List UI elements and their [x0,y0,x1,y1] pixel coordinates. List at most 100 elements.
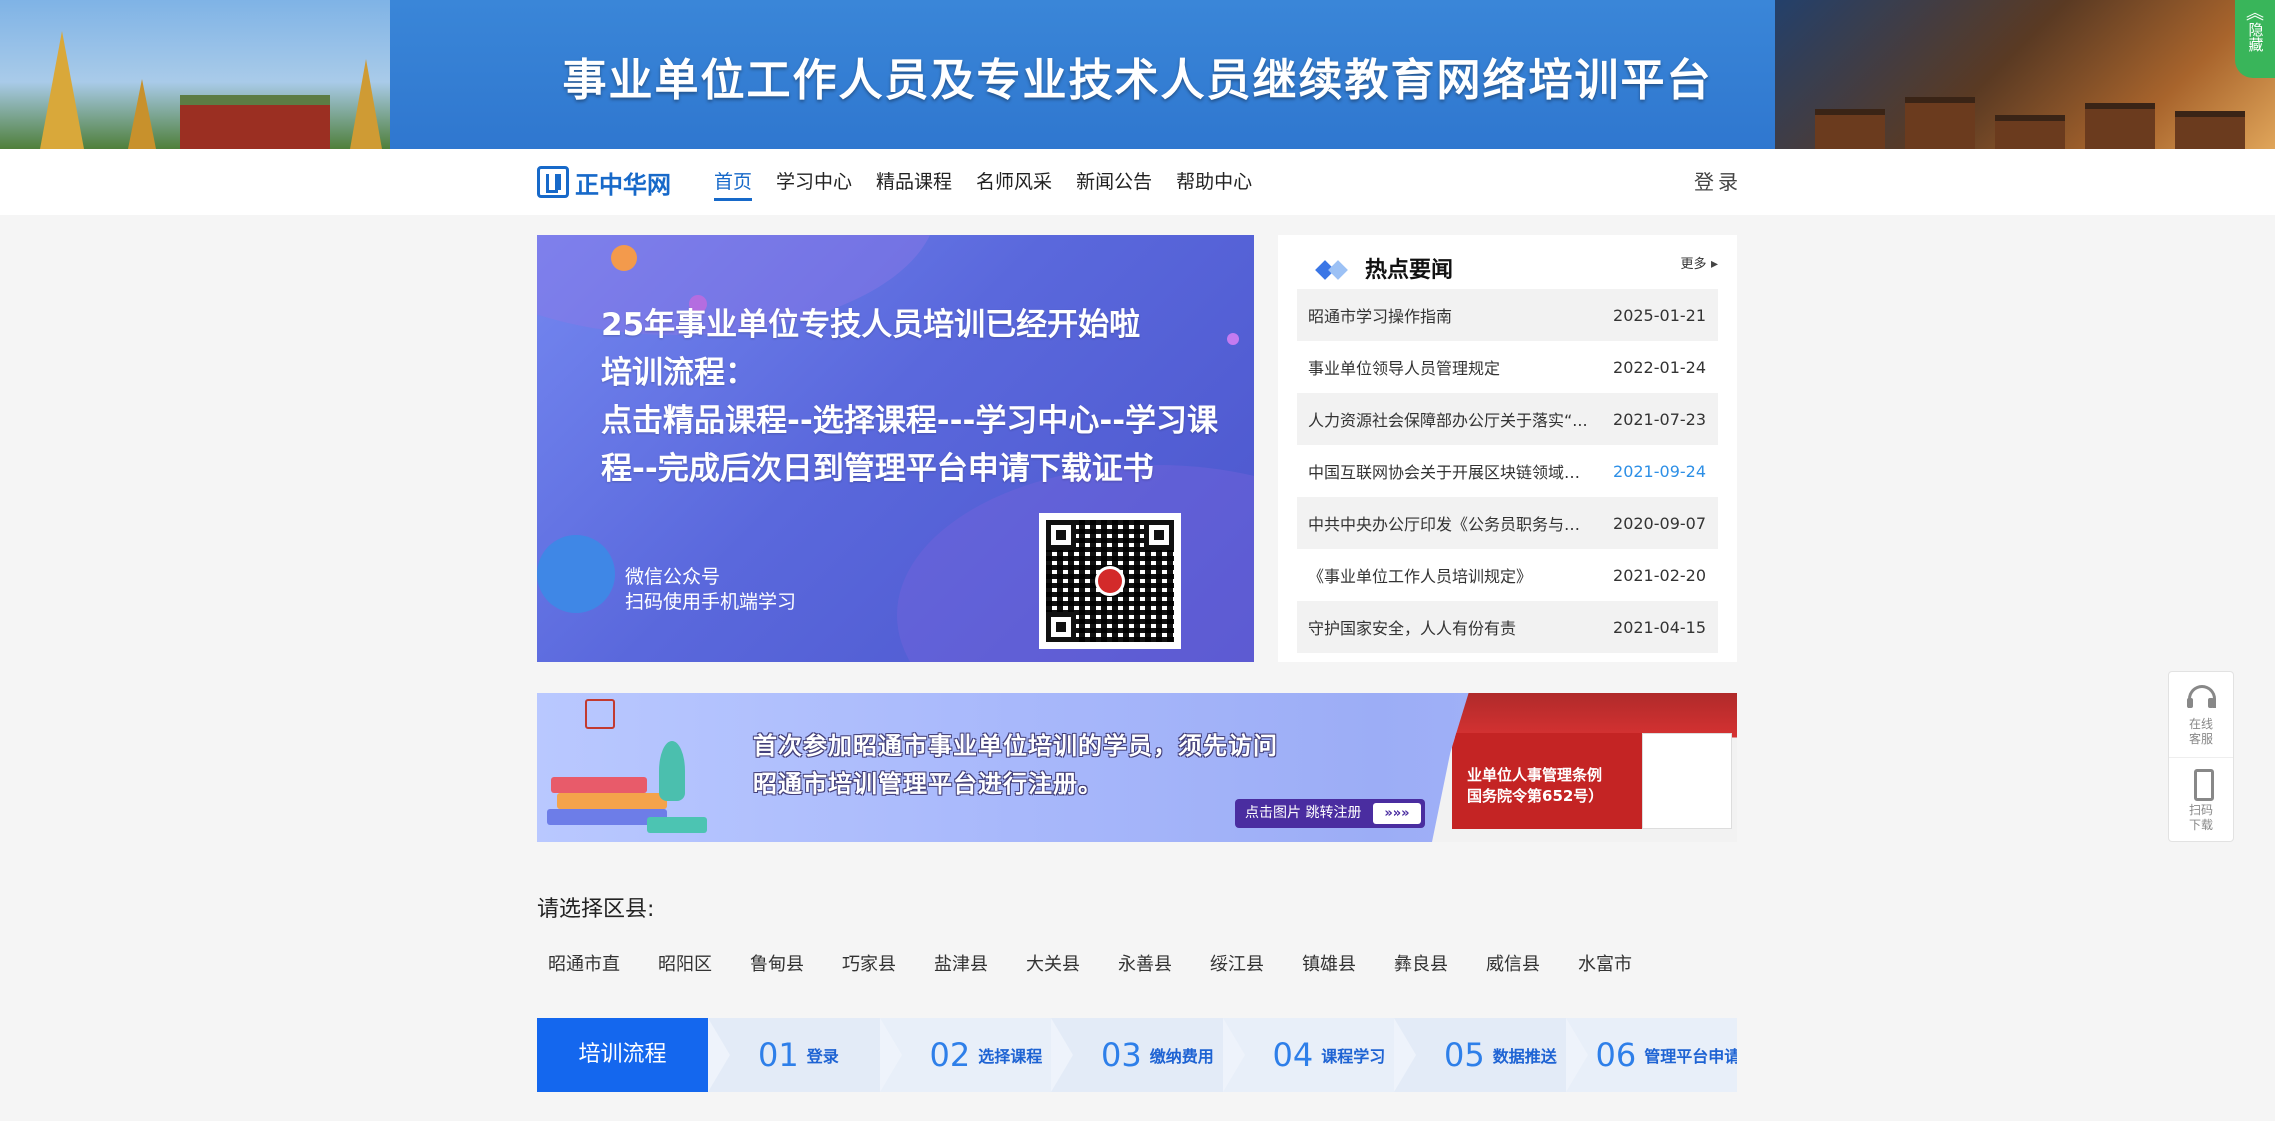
nav-link-teachers[interactable]: 名师风采 [976,149,1052,215]
news-item-date: 2021-04-15 [1613,617,1706,637]
town-roof [2085,103,2155,149]
promo-line: 昭通市培训管理平台进行注册。 [753,770,1103,798]
district-item[interactable]: 镇雄县 [1291,951,1367,979]
nav-link-home[interactable]: 首页 [714,149,753,215]
district-list: 昭通市直 昭阳区 鲁甸县 巧家县 盐津县 大关县 永善县 绥江县 镇雄县 彝良县… [537,951,1643,979]
logo-text: 正中华网 [575,170,671,199]
logo-icon [537,166,569,198]
hero-carousel-slide[interactable]: 25年事业单位专技人员培训已经开始啦 培训流程： 点击精品课程--选择课程---… [537,235,1254,662]
site-logo[interactable]: 正中华网 [537,165,671,199]
hot-news-panel: 热点要闻 更多 昭通市学习操作指南 2025-01-21 事业单位领导人员管理规… [1278,235,1737,662]
seal-logo-icon [585,699,615,729]
promo-message: 首次参加昭通市事业单位培训的学员，须先访问 昭通市培训管理平台进行注册。 [753,727,1278,803]
process-step[interactable]: 06 管理平台申请证书 [1565,1018,1737,1092]
promo-register-label: 点击图片 跳转注册 [1245,805,1362,821]
qr-finder [1046,612,1076,642]
login-link[interactable]: 登录 [1694,149,1742,215]
hero-orange-dot [611,245,637,271]
district-item[interactable]: 永善县 [1107,951,1183,979]
step-label: 登录 [806,1047,839,1066]
hide-banner-label: 隐藏 [2246,22,2265,52]
headset-icon [2186,683,2216,713]
process-step[interactable]: 05 数据推送 [1394,1018,1566,1092]
qr-logo-seal [1095,566,1125,596]
arrows-right-icon: »»» [1373,803,1421,824]
registration-promo-banner[interactable]: 首次参加昭通市事业单位培训的学员，须先访问 昭通市培训管理平台进行注册。 点击图… [537,693,1737,842]
hero-headline-line: 培训流程： [601,355,756,391]
district-item[interactable]: 彝良县 [1383,951,1459,979]
district-item[interactable]: 水富市 [1567,951,1643,979]
step-number: 02 [929,1036,971,1074]
district-item[interactable]: 巧家县 [831,951,907,979]
step-number: 05 [1444,1036,1485,1074]
news-item[interactable]: 事业单位领导人员管理规定 2022-01-24 [1297,341,1718,393]
district-item[interactable]: 绥江县 [1199,951,1275,979]
news-header: 热点要闻 更多 [1297,235,1718,289]
nav-link-help[interactable]: 帮助中心 [1176,149,1252,215]
nav-link-news[interactable]: 新闻公告 [1076,149,1152,215]
scan-download-button[interactable]: 扫码 下载 [2169,757,2233,842]
news-more-link[interactable]: 更多 [1681,253,1719,272]
news-item[interactable]: 昭通市学习操作指南 2025-01-21 [1297,289,1718,341]
news-item-date: 2022-01-24 [1613,357,1706,377]
nav-links: 首页 学习中心 精品课程 名师风采 新闻公告 帮助中心 [714,149,1276,215]
nav-link-featured-courses[interactable]: 精品课程 [876,149,952,215]
qr-finder [1144,520,1174,550]
town-roof [1995,115,2065,149]
hero-headline-line: 程--完成后次日到管理平台申请下载证书 [601,451,1154,487]
side-widget-label: 在线 [2188,717,2213,731]
promo-line: 首次参加昭通市事业单位培训的学员，须先访问 [753,732,1278,760]
news-item-title: 事业单位领导人员管理规定 [1308,359,1501,378]
step-number: 01 [758,1036,799,1074]
process-step[interactable]: 04 课程学习 [1222,1018,1394,1092]
hero-sub-line: 微信公众号 [625,566,721,588]
screenshot-login-box [1642,733,1732,829]
news-item-date: 2021-07-23 [1613,409,1706,429]
news-item-title: 守护国家安全，人人有份有责 [1308,619,1517,638]
side-widget-label: 客服 [2188,732,2213,746]
double-chevron-up-icon: ︽ [2246,3,2264,24]
district-item[interactable]: 昭通市直 [537,951,631,979]
news-item[interactable]: 守护国家安全，人人有份有责 2021-04-15 [1297,601,1718,653]
wechat-qr-code [1039,513,1181,649]
book-decor [551,777,647,793]
step-number: 06 [1595,1036,1637,1074]
phone-icon [2186,769,2216,801]
hero-wechat-note: 微信公众号 扫码使用手机端学习 [625,565,796,615]
news-list: 昭通市学习操作指南 2025-01-21 事业单位领导人员管理规定 2022-0… [1297,289,1718,653]
news-item-title: 中共中央办公厅印发《公务员职务与职... [1308,515,1596,534]
process-step[interactable]: 03 缴纳费用 [1051,1018,1223,1092]
hero-blue-dot [537,535,615,613]
process-step[interactable]: 01 登录 [708,1018,880,1092]
district-item[interactable]: 大关县 [1015,951,1091,979]
news-item-title: 中国互联网协会关于开展区块链领域相... [1308,463,1596,482]
district-item[interactable]: 盐津县 [923,951,999,979]
news-item[interactable]: 中国互联网协会关于开展区块链领域相... 2021-09-24 [1297,445,1718,497]
side-widget-label: 下载 [2188,818,2213,832]
hero-sub-line: 扫码使用手机端学习 [625,591,797,613]
hero-headline: 25年事业单位专技人员培训已经开始啦 培训流程： 点击精品课程--选择课程---… [601,301,1241,493]
news-item[interactable]: 中共中央办公厅印发《公务员职务与职... 2020-09-07 [1297,497,1718,549]
hide-banner-button[interactable]: ︽ 隐藏 [2235,0,2275,78]
hero-headline-line: 点击精品课程--选择课程---学习中心--学习课 [601,403,1219,439]
news-item-date: 2020-09-07 [1613,513,1706,533]
screenshot-caption: 业单位人事管理条例 国务院令第652号） [1467,765,1603,807]
screenshot-caption-line: 国务院令第652号） [1467,787,1604,805]
promo-register-button[interactable]: 点击图片 跳转注册 »»» [1235,799,1425,828]
nav-link-learning-center[interactable]: 学习中心 [776,149,852,215]
training-process-bar: 培训流程 01 登录 02 选择课程 03 缴纳费用 04 课程学习 05 数据… [537,1018,1737,1092]
step-label: 课程学习 [1321,1047,1386,1066]
district-item[interactable]: 威信县 [1475,951,1551,979]
book-decor [647,817,707,833]
district-item[interactable]: 鲁甸县 [739,951,815,979]
news-item[interactable]: 人力资源社会保障部办公厅关于落实“... 2021-07-23 [1297,393,1718,445]
online-service-button[interactable]: 在线 客服 [2169,672,2233,757]
main-navbar: 正中华网 首页 学习中心 精品课程 名师风采 新闻公告 帮助中心 登录 [0,149,2275,215]
step-number: 03 [1101,1036,1142,1074]
process-step[interactable]: 02 选择课程 [879,1018,1051,1092]
district-item[interactable]: 昭阳区 [647,951,723,979]
step-label: 管理平台申请证书 [1644,1047,1737,1066]
news-item[interactable]: 《事业单位工作人员培训规定》 2021-02-20 [1297,549,1718,601]
book-decor [557,793,667,809]
step-number: 04 [1272,1036,1314,1074]
